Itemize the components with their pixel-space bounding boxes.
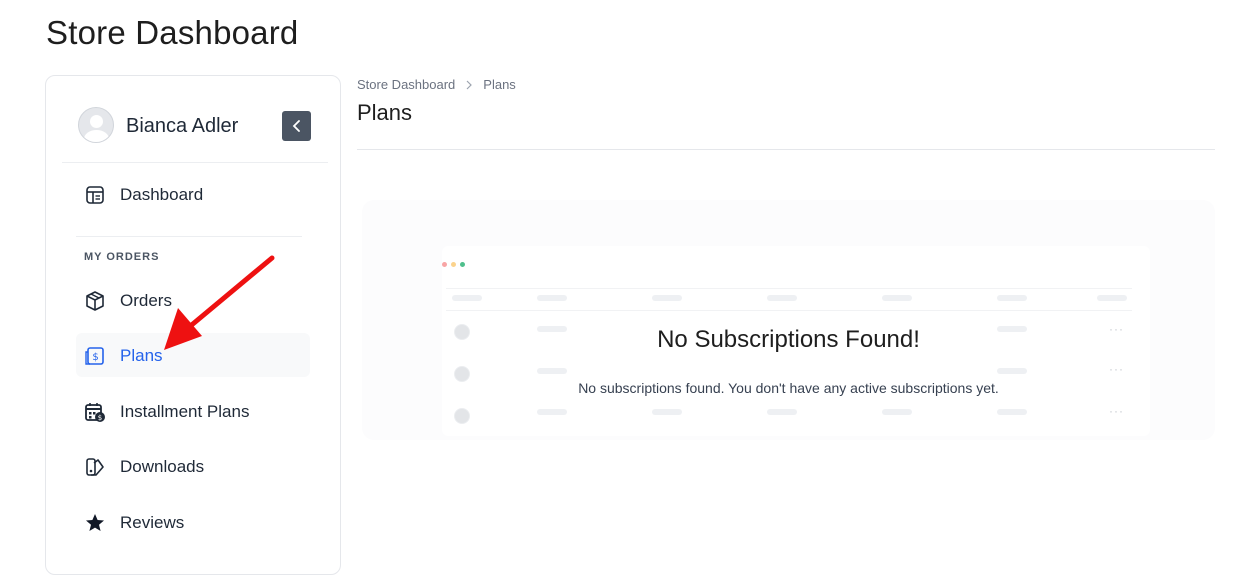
box-icon: [86, 291, 104, 311]
user-name: Bianca Adler: [126, 115, 239, 137]
section-title-my-orders: MY ORDERS: [84, 251, 160, 263]
dashboard-icon: [86, 186, 104, 204]
profile-header: Bianca Adler: [46, 76, 340, 162]
avatar: [78, 107, 114, 143]
placeholder-cell: [882, 409, 912, 415]
star-icon: [86, 514, 104, 531]
sidebar-item-label: Downloads: [120, 457, 205, 476]
empty-state: ··· ··· ··· No Subscriptions Found! No s…: [362, 200, 1215, 440]
divider: [76, 236, 302, 237]
more-icon: ···: [1109, 362, 1124, 376]
divider: [446, 288, 1132, 289]
downloads-icon: [86, 458, 104, 476]
chevron-left-icon: [292, 120, 300, 132]
empty-state-description: No subscriptions found. You don't have a…: [578, 380, 999, 396]
breadcrumb-root[interactable]: Store Dashboard: [357, 77, 455, 92]
sidebar-item-dashboard[interactable]: Dashboard: [76, 172, 310, 216]
placeholder-cell: [767, 295, 797, 301]
placeholder-cell: [537, 368, 567, 374]
sidebar-item-label: Dashboard: [120, 185, 204, 204]
svg-text:$: $: [92, 352, 98, 363]
sidebar-item-installment-plans[interactable]: $ Installment Plans: [76, 389, 310, 433]
svg-text:$: $: [98, 414, 102, 422]
window-dot-icon: [442, 262, 447, 267]
placeholder-cell: [452, 295, 482, 301]
divider: [62, 162, 328, 163]
collapse-sidebar-button[interactable]: [282, 111, 311, 141]
breadcrumb-current: Plans: [483, 77, 516, 92]
more-icon: ···: [1109, 404, 1124, 418]
page-title: Store Dashboard: [46, 14, 299, 51]
divider: [446, 310, 1132, 311]
placeholder-cell: [537, 295, 567, 301]
placeholder-cell: [997, 368, 1027, 374]
placeholder-cell: [997, 295, 1027, 301]
placeholder-cell: [652, 409, 682, 415]
window-dot-icon: [460, 262, 465, 267]
sidebar-item-label: Reviews: [120, 513, 185, 532]
window-dot-icon: [451, 262, 456, 267]
placeholder-cell: [537, 409, 567, 415]
sidebar-item-reviews[interactable]: Reviews: [76, 500, 310, 544]
placeholder-cell: [1097, 295, 1127, 301]
main-title: Plans: [357, 100, 413, 125]
calendar-dollar-icon: $: [85, 403, 105, 422]
divider: [357, 149, 1215, 150]
sidebar-item-label: Installment Plans: [120, 402, 250, 421]
placeholder-cell: [767, 409, 797, 415]
annotation-arrow-icon: [164, 255, 275, 350]
breadcrumb: Store Dashboard Plans: [357, 77, 516, 92]
placeholder-cell: [882, 295, 912, 301]
empty-state-title: No Subscriptions Found!: [657, 326, 920, 353]
placeholder-avatar-icon: [454, 408, 470, 424]
chevron-right-icon: [466, 80, 473, 89]
placeholder-cell: [652, 295, 682, 301]
receipt-dollar-icon: $: [85, 347, 104, 365]
sidebar-item-downloads[interactable]: Downloads: [76, 444, 310, 488]
placeholder-cell: [997, 409, 1027, 415]
